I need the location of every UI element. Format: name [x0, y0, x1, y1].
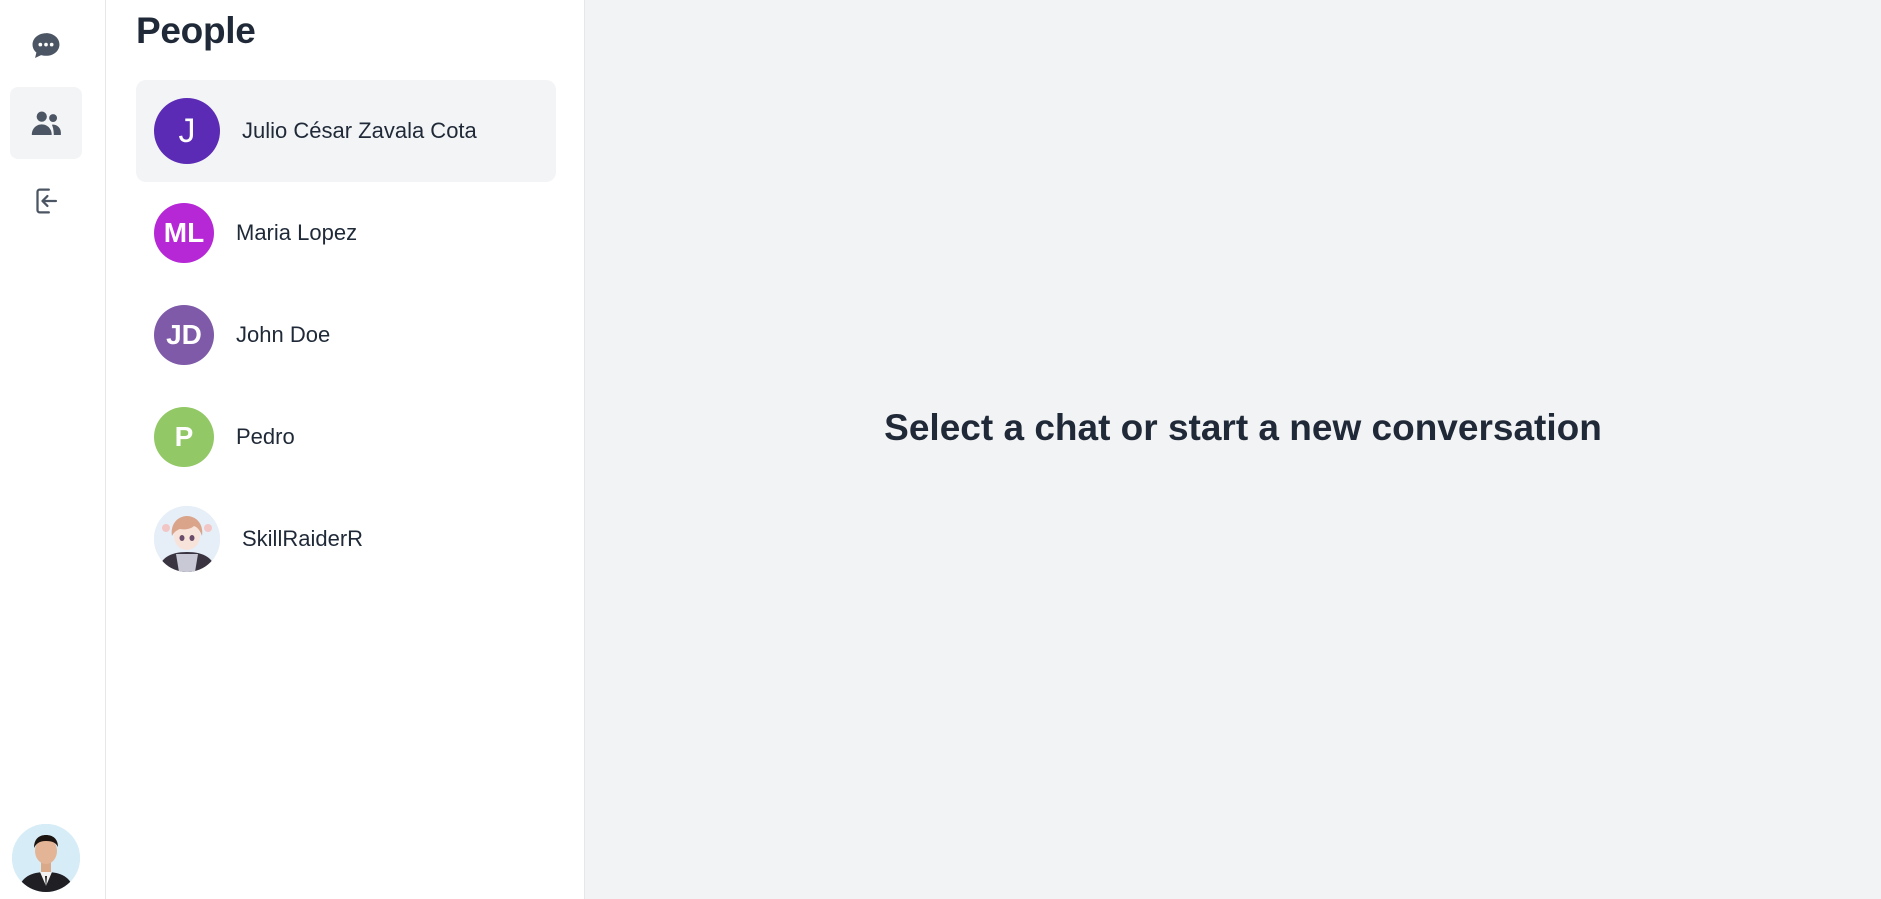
avatar: ML — [154, 203, 214, 263]
person-item[interactable]: P Pedro — [136, 386, 556, 488]
person-name: John Doe — [236, 322, 331, 347]
users-icon — [31, 111, 61, 136]
people-nav-button[interactable] — [10, 87, 82, 159]
person-item[interactable]: J Julio César Zavala Cota — [136, 80, 556, 182]
avatar — [154, 506, 220, 572]
user-photo-icon — [12, 824, 80, 892]
logout-nav-button[interactable] — [10, 165, 82, 237]
chat-bubble-icon — [32, 33, 60, 59]
empty-state-message: Select a chat or start a new conversatio… — [884, 406, 1602, 448]
person-item[interactable]: JD John Doe — [136, 284, 556, 386]
app-window: People J Julio César Zavala Cota ML Mari… — [0, 0, 1881, 899]
avatar-initials: ML — [163, 217, 205, 248]
person-name: Maria Lopez — [236, 220, 358, 245]
people-list: J Julio César Zavala Cota ML Maria Lopez… — [136, 80, 556, 590]
anime-avatar-icon — [154, 506, 220, 572]
avatar-initials: P — [174, 421, 194, 452]
person-name: Pedro — [236, 424, 295, 449]
person-item[interactable]: ML Maria Lopez — [136, 182, 556, 284]
person-name: Julio César Zavala Cota — [242, 118, 477, 143]
person-name: SkillRaiderR — [242, 526, 364, 551]
avatar: J — [154, 98, 220, 164]
avatar-initials: JD — [166, 319, 202, 350]
avatar: P — [154, 407, 214, 467]
person-item[interactable]: SkillRaiderR — [136, 488, 556, 590]
icon-sidebar — [0, 0, 106, 899]
chats-nav-button[interactable] — [10, 10, 82, 82]
avatar: JD — [154, 305, 214, 365]
avatar-initials: J — [178, 111, 196, 150]
chat-main-area: Select a chat or start a new conversatio… — [585, 0, 1881, 899]
logout-icon — [36, 188, 58, 214]
people-panel: People J Julio César Zavala Cota ML Mari… — [106, 0, 585, 899]
page-title: People — [136, 10, 256, 51]
current-user-avatar[interactable] — [12, 824, 80, 892]
